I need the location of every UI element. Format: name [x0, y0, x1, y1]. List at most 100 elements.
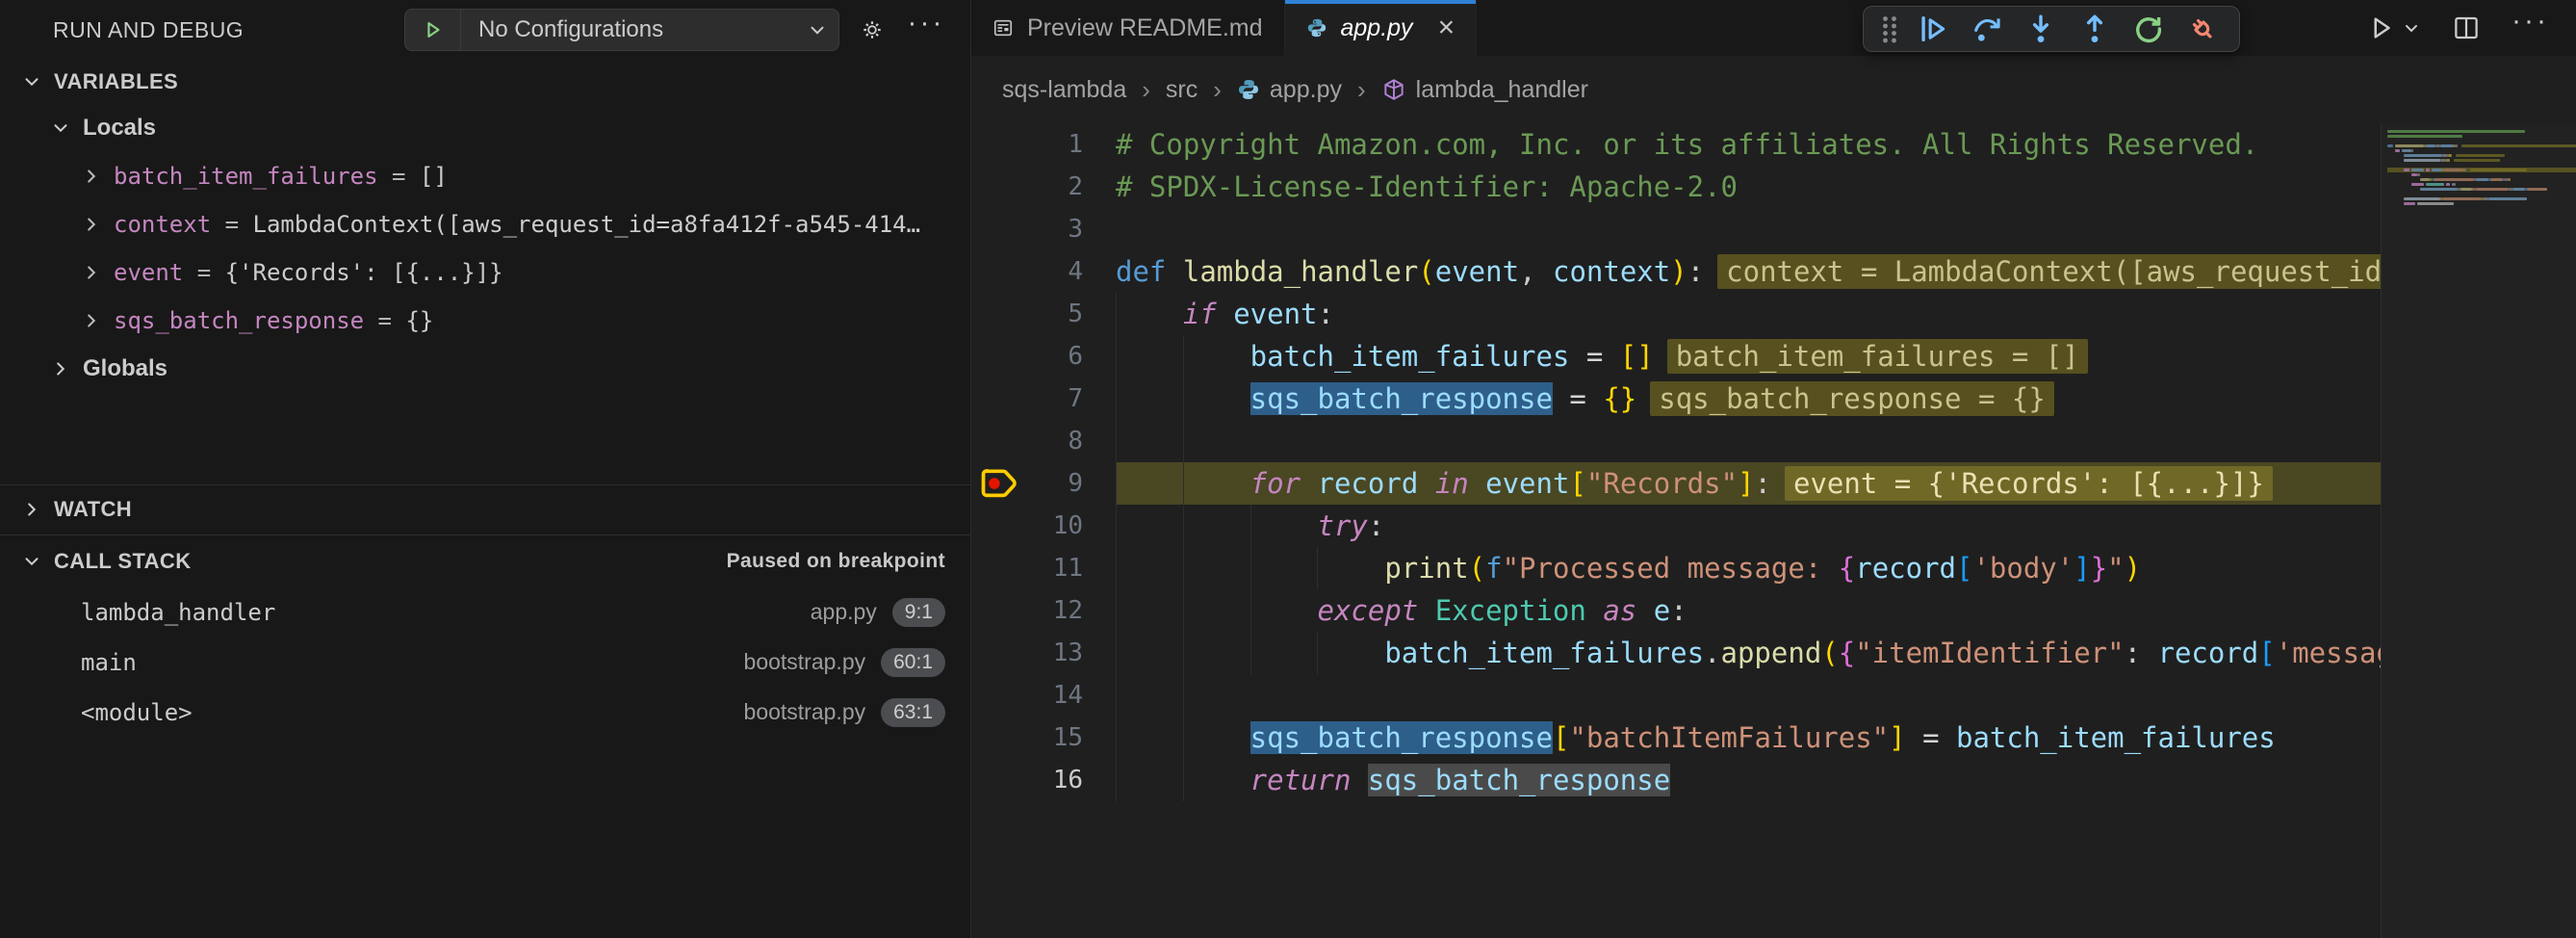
locals-scope-row[interactable]: Locals: [0, 104, 970, 152]
code-token: ]: [2074, 552, 2090, 585]
code-line[interactable]: 2# SPDX-License-Identifier: Apache-2.0: [971, 166, 2381, 208]
frame-file: bootstrap.py: [744, 699, 866, 725]
close-icon[interactable]: ×: [1438, 13, 1455, 42]
code-token: (: [1418, 255, 1434, 288]
drag-handle-icon[interactable]: [1873, 9, 1906, 49]
code-line[interactable]: 3: [971, 208, 2381, 250]
line-number: 1: [1033, 123, 1083, 166]
tab-bar: Preview README.md app.py × ···: [971, 0, 2576, 56]
code-line-text[interactable]: # SPDX-License-Identifier: Apache-2.0: [1116, 166, 2381, 208]
variable-row[interactable]: batch_item_failures = []: [0, 152, 970, 200]
start-debug-button[interactable]: [405, 10, 461, 50]
code-line-text[interactable]: [1116, 420, 2381, 462]
code-line-text[interactable]: def lambda_handler(event, context):conte…: [1116, 250, 2381, 293]
more-actions-icon[interactable]: ···: [2512, 16, 2549, 39]
code-line-text[interactable]: # Copyright Amazon.com, Inc. or its affi…: [1116, 123, 2381, 166]
globals-scope-row[interactable]: Globals: [0, 345, 970, 393]
watch-section-header[interactable]: WATCH: [0, 484, 970, 534]
editor-gutter[interactable]: 8: [971, 420, 1116, 462]
code-line[interactable]: 16return sqs_batch_response: [971, 759, 2381, 801]
code-line[interactable]: 6batch_item_failures = []batch_item_fail…: [971, 335, 2381, 378]
gear-icon[interactable]: [851, 9, 893, 51]
editor-gutter[interactable]: 10: [971, 505, 1116, 547]
code-line-text[interactable]: sqs_batch_response["batchItemFailures"] …: [1116, 717, 2381, 759]
code-token: "batchItemFailures": [1569, 721, 1889, 754]
breadcrumb-item-folder[interactable]: src: [1166, 76, 1198, 104]
tab-preview-readme[interactable]: Preview README.md: [971, 0, 1285, 56]
code-line[interactable]: 9for record in event["Records"]:event = …: [971, 462, 2381, 505]
code-line-text[interactable]: [1116, 208, 2381, 250]
code-line[interactable]: 8: [971, 420, 2381, 462]
code-token: []: [1620, 340, 1654, 373]
code-line[interactable]: 15sqs_batch_response["batchItemFailures"…: [971, 717, 2381, 759]
more-actions-icon[interactable]: ···: [905, 9, 947, 51]
editor-gutter[interactable]: 1: [971, 123, 1116, 166]
split-editor-icon[interactable]: [2452, 13, 2481, 42]
breadcrumb-item-symbol[interactable]: lambda_handler: [1381, 76, 1588, 104]
editor-gutter[interactable]: 16: [971, 759, 1116, 801]
code-line-text[interactable]: except Exception as e:: [1116, 589, 2381, 632]
step-over-icon[interactable]: [1960, 9, 2014, 49]
code-line-text[interactable]: for record in event["Records"]:event = {…: [1116, 462, 2381, 505]
variables-section-header[interactable]: VARIABLES: [0, 60, 970, 104]
editor-gutter[interactable]: 4: [971, 250, 1116, 293]
editor-gutter[interactable]: 2: [971, 166, 1116, 208]
editor-gutter[interactable]: 14: [971, 674, 1116, 717]
code-line[interactable]: 14: [971, 674, 2381, 717]
editor-gutter[interactable]: 5: [971, 293, 1116, 335]
code-line[interactable]: 11print(f"Processed message: {record['bo…: [971, 547, 2381, 589]
line-number: 8: [1033, 420, 1083, 462]
editor-gutter[interactable]: 7: [971, 378, 1116, 420]
minimap[interactable]: [2381, 123, 2576, 938]
variable-row[interactable]: event = {'Records': [{...}]}: [0, 248, 970, 297]
call-stack-section-header[interactable]: CALL STACK Paused on breakpoint: [0, 535, 970, 587]
code-line-text[interactable]: batch_item_failures = []batch_item_failu…: [1116, 335, 2381, 378]
variable-row[interactable]: context = LambdaContext([aws_request_id=…: [0, 200, 970, 248]
code-line[interactable]: 7sqs_batch_response = {}sqs_batch_respon…: [971, 378, 2381, 420]
code-line[interactable]: 4def lambda_handler(event, context):cont…: [971, 250, 2381, 293]
code-token: "Records": [1586, 467, 1738, 500]
breakpoint-slot[interactable]: [971, 466, 1033, 501]
code-line-text[interactable]: try:: [1116, 505, 2381, 547]
editor-gutter[interactable]: 13: [971, 632, 1116, 674]
code-token: =: [1569, 340, 1619, 373]
editor-gutter[interactable]: 6: [971, 335, 1116, 378]
code-line[interactable]: 5if event:: [971, 293, 2381, 335]
restart-icon[interactable]: [2122, 9, 2176, 49]
code-line[interactable]: 1 # Copyright Amazon.com, Inc. or its aff…: [971, 123, 2381, 166]
code-editor[interactable]: 1 # Copyright Amazon.com, Inc. or its aff…: [971, 123, 2576, 938]
code-line-text[interactable]: if event:: [1116, 293, 2381, 335]
tab-app-py[interactable]: app.py ×: [1285, 0, 1478, 56]
code-line[interactable]: 12except Exception as e:: [971, 589, 2381, 632]
chevron-down-icon[interactable]: [796, 19, 838, 40]
editor-gutter[interactable]: 11: [971, 547, 1116, 589]
code-token: record: [2158, 637, 2259, 669]
editor-gutter[interactable]: 15: [971, 717, 1116, 759]
code-line-text[interactable]: sqs_batch_response = {}sqs_batch_respons…: [1116, 378, 2381, 420]
breadcrumb-item-folder[interactable]: sqs-lambda: [1002, 76, 1126, 104]
code-token: {: [1839, 637, 1855, 669]
code-line-text[interactable]: return sqs_batch_response: [1116, 759, 2381, 801]
code-line[interactable]: 10try:: [971, 505, 2381, 547]
code-line-text[interactable]: [1116, 674, 2381, 717]
variable-row[interactable]: sqs_batch_response = {}: [0, 297, 970, 345]
debug-configuration-dropdown[interactable]: No Configurations: [404, 9, 839, 51]
code-line[interactable]: 13batch_item_failures.append({"itemIdent…: [971, 632, 2381, 674]
continue-icon[interactable]: [1906, 9, 1960, 49]
code-token: sqs_batch_response: [1250, 721, 1553, 754]
disconnect-icon[interactable]: [2176, 9, 2229, 49]
indent-guide: [1183, 674, 1250, 717]
editor-gutter[interactable]: 9: [971, 462, 1116, 505]
breadcrumb-item-file[interactable]: app.py: [1237, 76, 1342, 104]
stack-frame-row[interactable]: mainbootstrap.py60:1: [0, 638, 970, 688]
run-python-file-button[interactable]: [2367, 13, 2421, 42]
code-line-text[interactable]: batch_item_failures.append({"itemIdentif…: [1116, 632, 2381, 674]
code-line-text[interactable]: print(f"Processed message: {record['body…: [1116, 547, 2381, 589]
editor-gutter[interactable]: 12: [971, 589, 1116, 632]
editor-gutter[interactable]: 3: [971, 208, 1116, 250]
stack-frame-row[interactable]: <module>bootstrap.py63:1: [0, 688, 970, 738]
stack-frame-row[interactable]: lambda_handlerapp.py9:1: [0, 587, 970, 638]
editor-group: Preview README.md app.py × ···: [971, 0, 2576, 938]
step-into-icon[interactable]: [2014, 9, 2068, 49]
step-out-icon[interactable]: [2068, 9, 2122, 49]
